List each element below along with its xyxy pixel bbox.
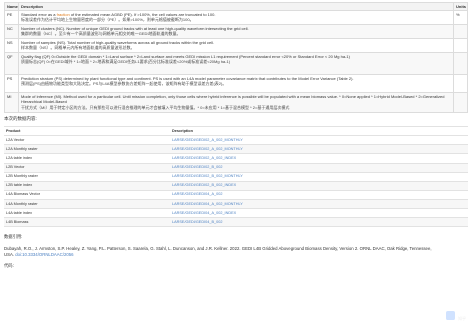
- product-row: L2B table index LARSE/GEDI/GEDI02_B_002_I…: [4, 181, 468, 191]
- description-text: Mode of inference (MI). Method used for …: [21, 94, 445, 105]
- variable-row: NC Number of clusters (NC). Number of uni…: [4, 24, 468, 40]
- product-name: L2A table index: [4, 153, 170, 164]
- variable-units: [453, 24, 468, 40]
- product-name: L2B table index: [4, 181, 170, 191]
- variable-description: Number of clusters (NC). Number of uniqu…: [18, 24, 454, 40]
- variable-name: MI: [4, 92, 19, 114]
- description-translation: 干扰方式（MI）用于特定小区的方法。只有那些可以进行混合推理的单元才会被填入平均…: [21, 104, 290, 110]
- product-description-link[interactable]: LARSE/GEDI/GEDI04_A_002_INDEX: [170, 208, 468, 219]
- products-table-header: Product Description: [4, 126, 468, 137]
- product-name: L4A Monthly raster: [4, 199, 170, 210]
- watermark-text: 知乎: [458, 315, 466, 321]
- variable-row: NS Number of samples (NS). Total number o…: [4, 38, 468, 54]
- product-row: L4A table index LARSE/GEDI/GEDI04_A_002_I…: [4, 208, 468, 219]
- products-table: Product Description L2A Vector LARSE/GEDI…: [4, 126, 468, 228]
- variable-name: NC: [4, 24, 19, 40]
- product-description-link[interactable]: LARSE/GEDI/GEDI04_A_002_MONTHLY: [170, 199, 468, 210]
- variable-units: [453, 38, 468, 54]
- variable-description: Standard error as a fraction of the esti…: [18, 10, 454, 26]
- description-translation: 样本数量（NS）。网格单元内所有地面轨道的高质量波形总数。: [21, 45, 135, 51]
- citation: Dubayah, R.O., J. Armston, S.P. Healey, …: [4, 246, 434, 258]
- product-description-link[interactable]: LARSE/GEDI/GEDI02_B_002_INDEX: [170, 181, 468, 191]
- product-name: L2A Vector: [4, 135, 170, 146]
- product-name: L2B Vector: [4, 163, 170, 173]
- variables-table: Name Description Units PE Standard error …: [4, 1, 468, 114]
- watermark: 知乎: [445, 310, 466, 321]
- variable-units: [453, 92, 468, 114]
- page: Name Description Units PE Standard error …: [4, 1, 468, 269]
- product-row: L2B Monthly raster LARSE/GEDI/GEDI02_B_00…: [4, 172, 468, 182]
- product-name: L2B Monthly raster: [4, 172, 170, 182]
- citation-label: 数据引用:: [4, 234, 23, 240]
- product-row: L2A table index LARSE/GEDI/GEDI02_A_002_I…: [4, 153, 468, 164]
- variable-name: QF: [4, 52, 19, 76]
- header-description: Description: [18, 1, 454, 12]
- variable-description: Quality flag (QF) 0=Outside the GEDI dom…: [18, 52, 454, 76]
- header-name: Name: [4, 1, 19, 12]
- product-name: L4A Biomass Vector: [4, 190, 170, 200]
- variable-row: PE Standard error as a fraction of the es…: [4, 10, 468, 26]
- citation-doi-link[interactable]: doi:10.3334/ORNLDAAC/2056: [15, 252, 73, 257]
- code-label: 代码:: [4, 263, 14, 269]
- variable-description: Prediction stratum (PS) determined by pl…: [18, 74, 454, 94]
- description-translation: 预测层(PS)由植物功能类型和大陆决定。PS与L4A模型参数协方差矩阵一起使用，…: [21, 81, 227, 87]
- header-product: Product: [4, 126, 170, 137]
- description-translation: 质量标志(QF) 0=在GEDI域外 * 1=地面 * 2=地表和满足GEDI任…: [21, 59, 231, 65]
- variable-description: Number of samples (NS). Total number of …: [18, 38, 454, 54]
- product-description-link[interactable]: LARSE/GEDI/GEDI04_A_002: [170, 190, 468, 200]
- variable-units: [453, 52, 468, 76]
- variable-name: PS: [4, 74, 19, 94]
- product-name: L4B Biomass: [4, 217, 170, 228]
- product-description-link[interactable]: LARSE/GEDI/GEDI02_A_002_MONTHLY: [170, 144, 468, 155]
- product-description-link[interactable]: LARSE/GEDI/GEDI02_B_002_MONTHLY: [170, 172, 468, 182]
- variable-name: PE: [4, 10, 19, 26]
- description-translation: 集群的数量（NC）。至少有一个高质量波形与网格单元相交的唯一GEDI地面轨道的数…: [21, 31, 181, 37]
- zhihu-logo-icon: [445, 310, 455, 320]
- header-units: Units: [453, 1, 468, 12]
- section-title: 本次的数据内容:: [4, 116, 37, 122]
- product-name: L4A table index: [4, 208, 170, 219]
- variable-units: %: [453, 10, 468, 26]
- product-row: L2A Vector LARSE/GEDI/GEDI02_A_002_MONTHL…: [4, 135, 468, 146]
- product-description-link[interactable]: LARSE/GEDI/GEDI04_B_002: [170, 217, 468, 228]
- variable-units: [453, 74, 468, 94]
- product-description-link[interactable]: LARSE/GEDI/GEDI02_B_002: [170, 163, 468, 173]
- product-row: L4A Monthly raster LARSE/GEDI/GEDI04_A_00…: [4, 199, 468, 210]
- product-description-link[interactable]: LARSE/GEDI/GEDI02_A_002_INDEX: [170, 153, 468, 164]
- product-row: L4A Biomass Vector LARSE/GEDI/GEDI04_A_00…: [4, 190, 468, 200]
- product-row: L4B Biomass LARSE/GEDI/GEDI04_B_002: [4, 217, 468, 228]
- product-row: L2B Vector LARSE/GEDI/GEDI02_B_002: [4, 163, 468, 173]
- description-translation: 标准误差作为估计平均地上生物量密度的一部分（PE）。如果>100%，则单元格值被…: [21, 17, 194, 23]
- variables-table-header: Name Description Units: [4, 1, 468, 12]
- product-row: L2A Monthly raster LARSE/GEDI/GEDI02_A_00…: [4, 144, 468, 155]
- variable-name: NS: [4, 38, 19, 54]
- variable-description: Mode of inference (MI). Method used for …: [18, 92, 454, 114]
- variable-row: QF Quality flag (QF) 0=Outside the GEDI d…: [4, 52, 468, 76]
- variable-row: PS Prediction stratum (PS) determined by …: [4, 74, 468, 94]
- product-name: L2A Monthly raster: [4, 144, 170, 155]
- variable-row: MI Mode of inference (MI). Method used fo…: [4, 92, 468, 114]
- header-product-description: Description: [170, 126, 468, 137]
- product-description-link[interactable]: LARSE/GEDI/GEDI02_A_002_MONTHLY: [170, 135, 468, 146]
